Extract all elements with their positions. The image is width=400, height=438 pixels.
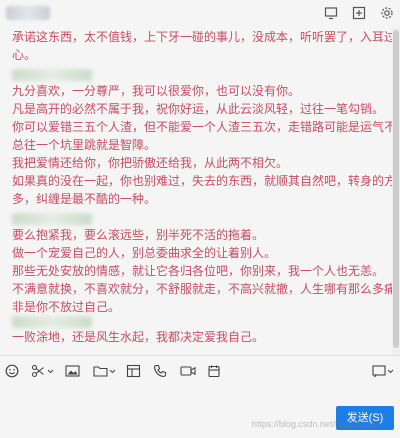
contact-name-blurred — [6, 6, 50, 20]
message-line: 我把爱情还给你，你把骄傲还给我，从此两不相欠。 — [12, 156, 289, 170]
message-line: 那些无处安放的情感，就让它各归各位吧，你别来，我一个人也无恙。 — [12, 264, 385, 278]
scissors-icon[interactable] — [31, 363, 45, 379]
message-line: 九分喜欢，一分尊严，我可以很爱你，也可以没有你。 — [12, 84, 301, 98]
emoji-icon[interactable] — [5, 363, 19, 379]
message-line: 要么抱紧我，要么滚远些，别半死不活的拖着。 — [12, 228, 265, 242]
settings-icon[interactable] — [380, 6, 394, 20]
message-line: 不满意就换，不喜欢就分，不舒服就走，不高兴就撤，人生哪有那么多痛苦，无 — [12, 282, 392, 296]
chat-history[interactable]: 承诺这东西，太不值钱，上下牙一碰的事儿，没成本，听听罢了，入耳过，别上 心。 九… — [0, 28, 392, 355]
video-icon[interactable] — [180, 363, 196, 379]
message-line: 你可以爱错三五个人渣，但不能爱一个人渣三五次，走错路可能是运气不好，但 — [12, 120, 392, 134]
watermark-text: https://blog.csdn.net/u12332230 — [251, 419, 380, 429]
chevron-down-icon[interactable] — [47, 363, 54, 379]
screen-share-icon[interactable] — [324, 6, 338, 20]
history-icon[interactable] — [207, 363, 221, 379]
message-line: 凡是高开的必然不属于我，祝你好运，从此云淡风轻，过往一笔勾销。 — [12, 102, 385, 116]
message-line: 总往一个坑里跳就是智障。 — [12, 138, 157, 152]
chevron-down-icon[interactable] — [109, 363, 116, 379]
sender-name-blurred — [12, 316, 92, 328]
screenshot-dropdown-icon[interactable] — [372, 363, 394, 379]
input-toolbar — [0, 360, 400, 382]
image-icon[interactable] — [65, 363, 80, 379]
message-line: 心。 — [12, 48, 37, 62]
chat-header — [0, 0, 400, 28]
chat-scrollbar-thumb[interactable] — [393, 30, 399, 348]
message-line: 多，纠缠是最不酷的一种。 — [12, 192, 157, 206]
add-window-icon[interactable] — [352, 6, 366, 20]
header-icons — [324, 6, 394, 20]
toolbar-divider — [0, 355, 400, 356]
message-line: 做一个宠爱自己的人，别总委曲求全的让着别人。 — [12, 246, 277, 260]
message-line: 一败涂地，还是风生水起，我都决定爱我自己。 — [12, 330, 265, 344]
message-line: 承诺这东西，太不值钱，上下牙一碰的事儿，没成本，听听罢了，入耳过，别上 — [12, 30, 392, 44]
window-icon[interactable] — [126, 363, 141, 379]
sender-name-blurred — [12, 213, 92, 225]
folder-icon[interactable] — [93, 363, 108, 379]
message-line: 如果真的没在一起，你也别难过，失去的东西，就顺其自然吧，转身的方式有很 — [12, 174, 392, 188]
sender-name-blurred — [12, 69, 92, 81]
phone-icon[interactable] — [153, 363, 167, 379]
message-line: 非是你不放过自己。 — [12, 300, 121, 314]
